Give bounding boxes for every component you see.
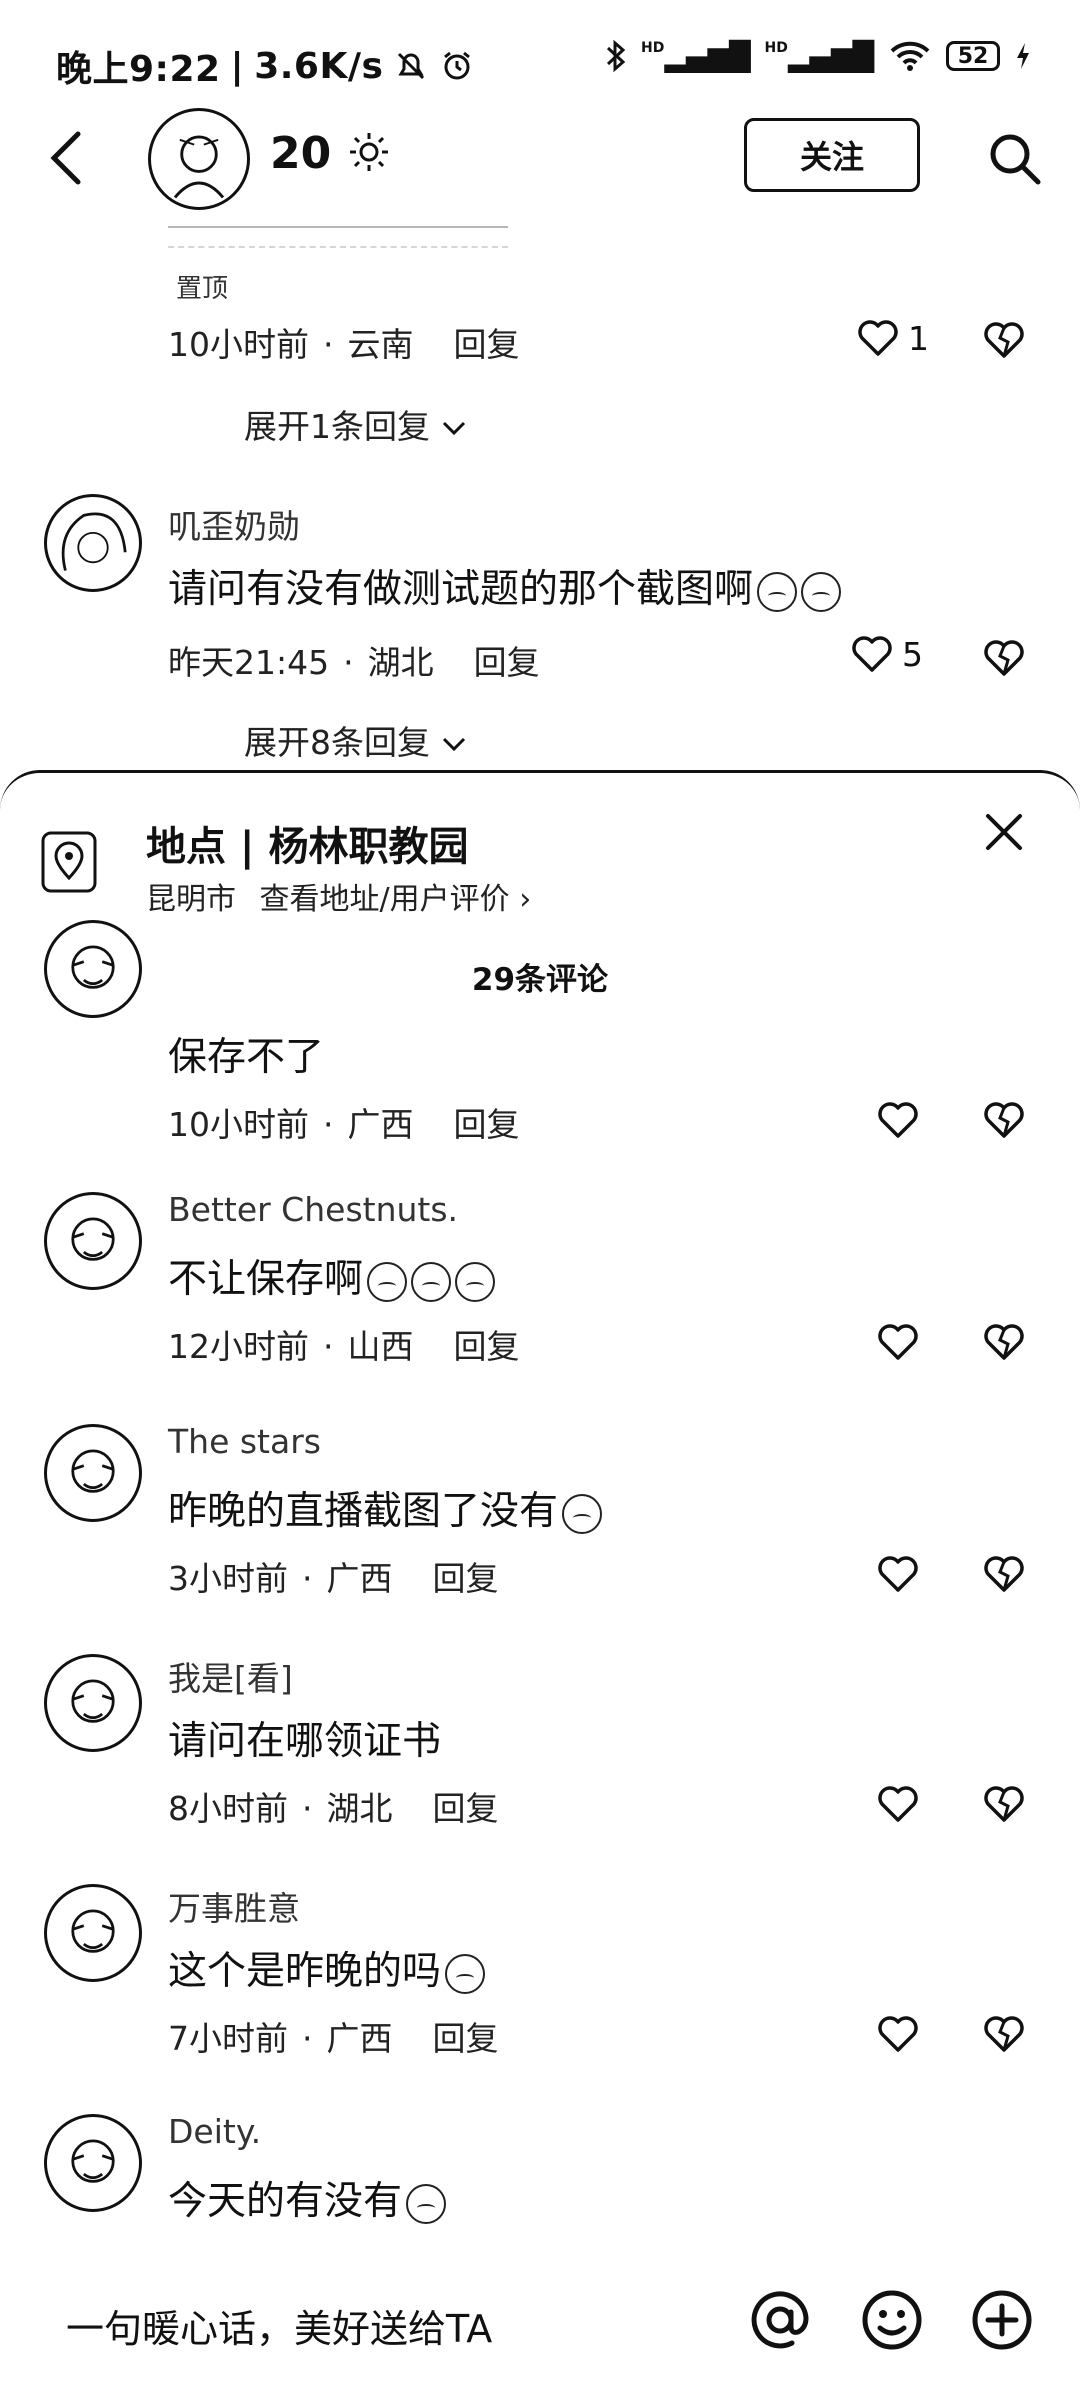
post-title: 20 xyxy=(270,128,391,179)
location-detail-link[interactable]: 查看地址/用户评价 › xyxy=(260,882,532,917)
plus-circle-icon[interactable] xyxy=(970,2288,1034,2352)
search-icon[interactable] xyxy=(986,130,1042,186)
emoji-icon xyxy=(406,2183,447,2224)
emoji-icon xyxy=(455,1261,496,1302)
signal-1: HD▂▄▆█ xyxy=(641,39,751,73)
comment-meta: 7小时前 · 广西 回复 xyxy=(168,2019,499,2058)
smiley-icon[interactable] xyxy=(860,2288,924,2352)
avatar-sketch xyxy=(173,135,225,199)
status-right: HD▂▄▆█ HD▂▄▆█ 52 xyxy=(605,38,1032,74)
comment-text: 昨晚的直播截图了没有 xyxy=(168,1480,603,1536)
reply-button[interactable]: 回复 xyxy=(433,1559,499,1598)
chevron-down-icon xyxy=(442,737,465,752)
comment-input[interactable]: 一句暖心话，美好送给TA xyxy=(66,2298,492,2353)
follow-button[interactable]: 关注 xyxy=(744,118,920,192)
comment-text: 请问在哪领证书 xyxy=(168,1719,442,1764)
broken-heart-icon[interactable] xyxy=(982,1100,1026,1140)
comment-text: 今天的有没有 xyxy=(168,2170,447,2226)
comment-username[interactable]: 万事胜意 xyxy=(168,1882,300,1930)
bluetooth-icon xyxy=(607,39,626,73)
emoji-icon xyxy=(562,1493,603,1534)
location-city: 昆明市 xyxy=(146,882,236,917)
avatar[interactable] xyxy=(44,1424,142,1522)
battery-indicator: 52 xyxy=(946,41,1000,71)
comment-text: 这个是昨晚的吗 xyxy=(168,1940,486,1996)
status-time: 晚上9:22 xyxy=(56,49,221,90)
close-icon[interactable] xyxy=(984,812,1024,852)
like-button[interactable]: 5 xyxy=(850,634,923,674)
reply-button[interactable]: 回复 xyxy=(433,2019,499,2058)
comment-meta: 3小时前 · 广西 回复 xyxy=(168,1559,499,1598)
location-title: 地点 | 杨林职教园 xyxy=(146,824,469,870)
reply-button[interactable]: 回复 xyxy=(474,643,540,682)
back-button[interactable] xyxy=(46,128,86,188)
heart-icon[interactable] xyxy=(876,1554,920,1594)
location-pin-icon xyxy=(41,831,97,893)
reply-button[interactable]: 回复 xyxy=(454,325,520,364)
expand-replies[interactable]: 展开8条回复 xyxy=(244,716,467,764)
comment-username[interactable]: The stars xyxy=(168,1422,321,1461)
comment-username[interactable]: 叽歪奶勋 xyxy=(168,500,300,548)
bell-muted-icon xyxy=(398,52,425,80)
pinned-label: 置顶 xyxy=(176,274,229,304)
broken-heart-icon[interactable] xyxy=(982,638,1026,678)
comment-text: 请问有没有做测试题的那个截图啊 xyxy=(168,558,842,614)
comment-meta: 昨天21:45 · 湖北 回复 xyxy=(168,643,540,682)
comment-count: 29条评论 xyxy=(471,962,609,998)
heart-icon[interactable] xyxy=(876,1100,920,1140)
heart-icon[interactable] xyxy=(876,1784,920,1824)
comment-meta: 8小时前 · 湖北 回复 xyxy=(168,1789,499,1828)
broken-heart-icon[interactable] xyxy=(982,1554,1026,1594)
comment-username[interactable]: Better Chestnuts. xyxy=(168,1190,458,1229)
broken-heart-icon[interactable] xyxy=(982,2014,1026,2054)
status-left: 晚上9:22 | 3.6K/s xyxy=(56,40,475,92)
partial-comment-text xyxy=(168,226,508,248)
broken-heart-icon[interactable] xyxy=(982,1784,1026,1824)
avatar[interactable] xyxy=(44,2114,142,2212)
heart-icon xyxy=(852,636,892,672)
comment-meta: 10小时前 · 云南 回复 xyxy=(168,325,520,364)
signal-2: HD▂▄▆█ xyxy=(764,39,874,73)
like-count: 1 xyxy=(908,318,929,358)
heart-icon[interactable] xyxy=(876,1322,920,1362)
heart-icon[interactable] xyxy=(876,2014,920,2054)
status-bar: 晚上9:22 | 3.6K/s HD▂▄▆█ HD▂▄▆█ 52 xyxy=(0,0,1080,120)
cry-emoji-icon xyxy=(757,571,798,612)
broken-heart-icon[interactable] xyxy=(982,320,1026,360)
comment-username[interactable]: Deity. xyxy=(168,2112,261,2151)
like-button[interactable]: 1 xyxy=(856,318,929,358)
like-count: 5 xyxy=(902,634,923,674)
wifi-icon xyxy=(890,41,930,71)
location-subtitle: 昆明市 查看地址/用户评价 › xyxy=(146,874,531,918)
sun-icon xyxy=(349,133,388,171)
expand-replies[interactable]: 展开1条回复 xyxy=(244,400,467,448)
reply-button[interactable]: 回复 xyxy=(454,1327,520,1366)
comment-text: 不让保存啊 xyxy=(168,1248,496,1304)
charging-icon xyxy=(1017,43,1029,69)
avatar[interactable] xyxy=(44,1192,142,1290)
network-speed: 3.6K/s xyxy=(254,45,384,87)
reply-button[interactable]: 回复 xyxy=(433,1789,499,1828)
avatar[interactable] xyxy=(44,1654,142,1752)
comment-meta: 10小时前 · 广西 回复 xyxy=(168,1105,520,1144)
chevron-down-icon xyxy=(442,421,465,436)
reply-button[interactable]: 回复 xyxy=(454,1105,520,1144)
emoji-icon xyxy=(411,1261,452,1302)
alarm-icon xyxy=(444,51,471,80)
avatar[interactable] xyxy=(44,1884,142,1982)
cry-emoji-icon xyxy=(801,571,842,612)
avatar[interactable] xyxy=(44,494,142,592)
comment-text: 保存不了 xyxy=(168,1035,325,1080)
emoji-icon xyxy=(445,1953,486,1994)
broken-heart-icon[interactable] xyxy=(982,1322,1026,1362)
comment-meta: 12小时前 · 山西 回复 xyxy=(168,1327,520,1366)
comment-username[interactable]: 我是[看] xyxy=(168,1652,293,1700)
heart-icon xyxy=(858,320,898,356)
at-icon[interactable] xyxy=(748,2288,812,2352)
avatar[interactable] xyxy=(44,920,142,1018)
emoji-icon xyxy=(367,1261,408,1302)
author-avatar[interactable] xyxy=(148,108,250,210)
